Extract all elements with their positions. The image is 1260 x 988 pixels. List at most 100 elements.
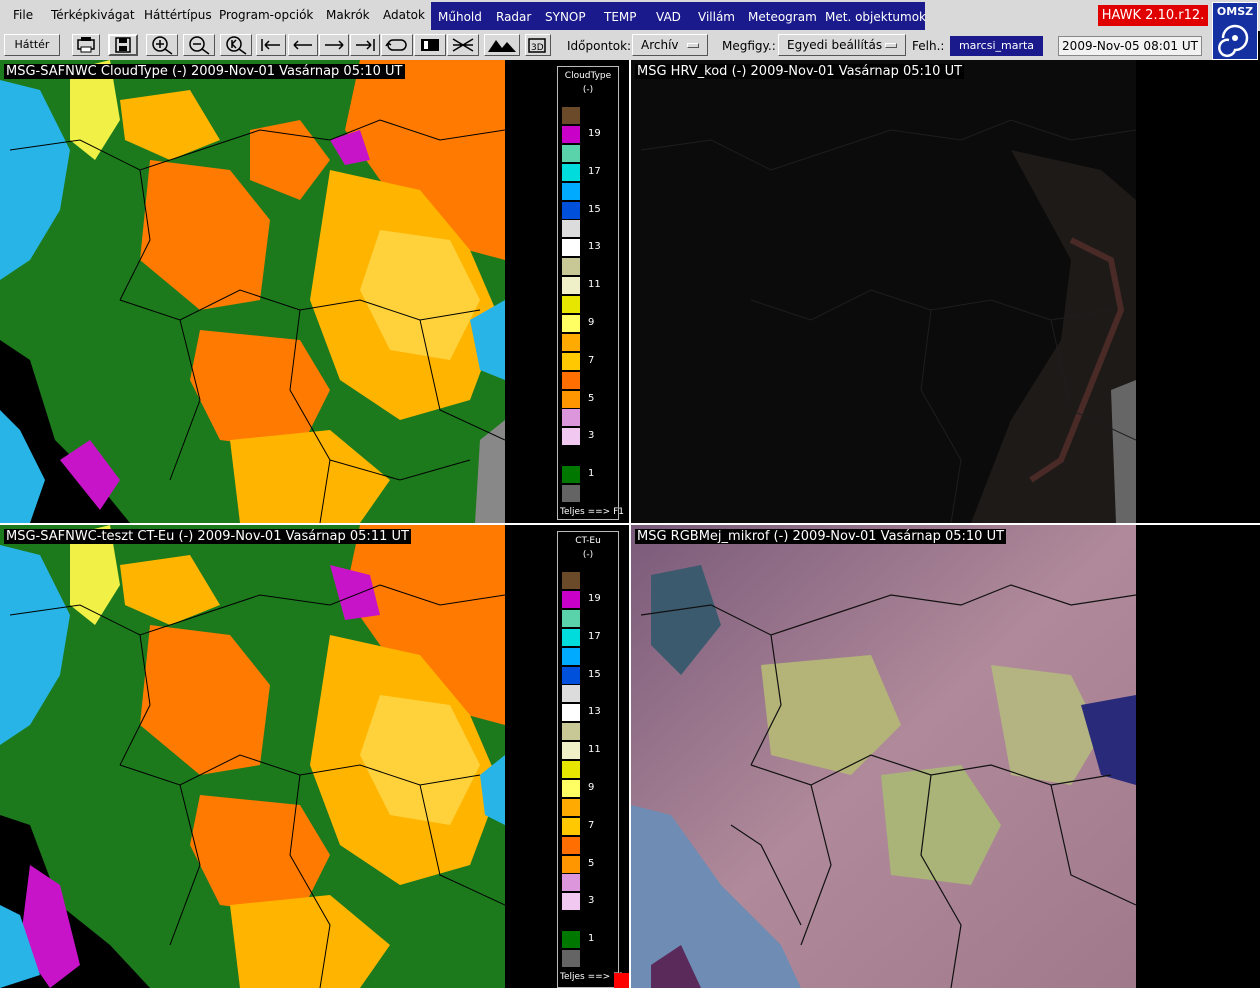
legend-swatch bbox=[562, 609, 580, 627]
legend-label: 3 bbox=[588, 895, 595, 907]
legend-swatch bbox=[562, 409, 580, 427]
legend-unit: (-) bbox=[582, 85, 594, 95]
legend-swatch bbox=[562, 572, 580, 589]
legend-swatch bbox=[562, 704, 580, 722]
legend-swatch bbox=[562, 628, 580, 646]
legend-swatch bbox=[562, 779, 580, 797]
next-frame-icon[interactable] bbox=[319, 34, 349, 56]
panel-title: MSG RGBMej_mikrof (-) 2009-Nov-01 Vasárn… bbox=[635, 529, 1007, 544]
cteu-map-panel[interactable]: MSG-SAFNWC-teszt CT-Eu (-) 2009-Nov-01 V… bbox=[0, 525, 629, 988]
legend-title: CloudType bbox=[564, 71, 612, 81]
user-field[interactable]: marcsi_marta bbox=[950, 36, 1043, 56]
legend-label: 11 bbox=[588, 279, 601, 291]
rgb-map[interactable] bbox=[631, 525, 1136, 988]
legend-swatch bbox=[562, 666, 580, 684]
menu-meteogram[interactable]: Meteogram bbox=[748, 10, 817, 24]
legend-label: 19 bbox=[588, 592, 601, 604]
cloudtype-map[interactable] bbox=[0, 60, 505, 523]
zoom-out-icon[interactable] bbox=[183, 34, 215, 56]
panel-title: MSG-SAFNWC CloudType (-) 2009-Nov-01 Vas… bbox=[4, 64, 405, 79]
legend-swatch bbox=[562, 125, 580, 143]
legend-unit: (-) bbox=[582, 550, 594, 560]
legend-swatch bbox=[562, 685, 580, 703]
menu-macros[interactable]: Makrók bbox=[326, 8, 370, 22]
mountain-icon[interactable] bbox=[484, 34, 520, 56]
menu-map-extent[interactable]: Térképkivágat bbox=[51, 8, 135, 22]
legend-swatch bbox=[562, 590, 580, 608]
times-dropdown[interactable]: Archív bbox=[632, 34, 708, 56]
menu-data[interactable]: Adatok bbox=[383, 8, 425, 22]
panel-divider-vertical bbox=[629, 60, 631, 988]
legend-swatch bbox=[562, 874, 580, 892]
cross-section-icon[interactable] bbox=[447, 34, 479, 56]
legend-label: 5 bbox=[588, 857, 595, 869]
legend-label: 5 bbox=[588, 392, 595, 404]
background-button[interactable]: Háttér bbox=[4, 34, 60, 56]
legend-swatch bbox=[562, 931, 580, 949]
legend-swatch bbox=[562, 182, 580, 200]
svg-text:3D: 3D bbox=[531, 43, 544, 53]
zoom-in-icon[interactable] bbox=[146, 34, 178, 56]
menu-program-options[interactable]: Program-opciók bbox=[219, 8, 313, 22]
dropdown-arrow-icon bbox=[885, 43, 897, 48]
menu-met-objects[interactable]: Met. objektumok bbox=[825, 10, 926, 24]
legend-label: 7 bbox=[588, 819, 595, 831]
display-dropdown[interactable]: Egyedi beállítás bbox=[778, 34, 906, 56]
legend-swatch bbox=[562, 447, 580, 465]
legend-swatch bbox=[562, 390, 580, 408]
legend-swatch bbox=[562, 220, 580, 238]
toolbar: Háttér 3D Időpontok: Archív Megfigy.: Eg… bbox=[0, 31, 1212, 60]
rgb-map-panel[interactable]: MSG RGBMej_mikrof (-) 2009-Nov-01 Vasárn… bbox=[631, 525, 1260, 988]
legend-swatch bbox=[562, 836, 580, 854]
last-frame-icon[interactable] bbox=[350, 34, 380, 56]
legend-label: 9 bbox=[588, 781, 595, 793]
legend-swatch bbox=[562, 761, 580, 778]
legend-swatch bbox=[562, 352, 580, 370]
legend-swatch bbox=[562, 912, 580, 930]
panel-title: MSG-SAFNWC-teszt CT-Eu (-) 2009-Nov-01 V… bbox=[4, 529, 411, 544]
display-value: Egyedi beállítás bbox=[787, 38, 883, 52]
menu-synop[interactable]: SYNOP bbox=[545, 10, 586, 24]
prev-frame-icon[interactable] bbox=[288, 34, 318, 56]
legend-swatch bbox=[562, 201, 580, 219]
legend-label: 17 bbox=[588, 165, 601, 177]
frame-icon[interactable] bbox=[414, 34, 446, 56]
legend-label: 9 bbox=[588, 316, 595, 328]
times-value: Archív bbox=[641, 38, 679, 52]
menu-lightning[interactable]: Villám bbox=[698, 10, 735, 24]
legend-swatch bbox=[562, 485, 580, 502]
legend-label: 1 bbox=[588, 468, 595, 480]
loop-icon[interactable] bbox=[381, 34, 413, 56]
save-icon[interactable] bbox=[108, 34, 138, 56]
menu-background-type[interactable]: Háttértípus bbox=[144, 8, 212, 22]
legend-swatch bbox=[562, 144, 580, 162]
menu-radar[interactable]: Radar bbox=[496, 10, 531, 24]
datetime-field[interactable]: 2009-Nov-05 08:01 UT bbox=[1058, 36, 1202, 56]
hrv-map[interactable] bbox=[631, 60, 1136, 523]
legend-label: 19 bbox=[588, 127, 601, 139]
menu-file[interactable]: File bbox=[13, 8, 33, 22]
data-source-menu: Műhold Radar SYNOP TEMP VAD Villám Meteo… bbox=[431, 2, 926, 30]
legend-label: 15 bbox=[588, 203, 601, 215]
cloudtype-map-panel[interactable]: MSG-SAFNWC CloudType (-) 2009-Nov-01 Vas… bbox=[0, 60, 629, 523]
legend-label: 17 bbox=[588, 630, 601, 642]
cteu-map[interactable] bbox=[0, 525, 505, 988]
legend-swatch bbox=[562, 466, 580, 484]
legend-swatch bbox=[562, 428, 580, 446]
hrv-map-panel[interactable]: MSG HRV_kod (-) 2009-Nov-01 Vasárnap 05:… bbox=[631, 60, 1260, 523]
menu-temp[interactable]: TEMP bbox=[604, 10, 637, 24]
zoom-reset-icon[interactable] bbox=[220, 34, 252, 56]
legend-swatch bbox=[562, 371, 580, 389]
legend-swatch bbox=[562, 163, 580, 181]
user-label: Felh.: bbox=[912, 39, 945, 53]
print-icon[interactable] bbox=[72, 34, 100, 56]
legend-swatch bbox=[562, 239, 580, 257]
menu-satellite[interactable]: Műhold bbox=[438, 10, 482, 24]
menu-vad[interactable]: VAD bbox=[656, 10, 681, 24]
dropdown-arrow-icon bbox=[687, 43, 699, 48]
display-label: Megfigy.: bbox=[722, 39, 776, 53]
legend-swatch bbox=[562, 296, 580, 313]
first-frame-icon[interactable] bbox=[256, 34, 286, 56]
3d-icon[interactable]: 3D bbox=[525, 34, 551, 56]
legend-label: 13 bbox=[588, 706, 601, 718]
